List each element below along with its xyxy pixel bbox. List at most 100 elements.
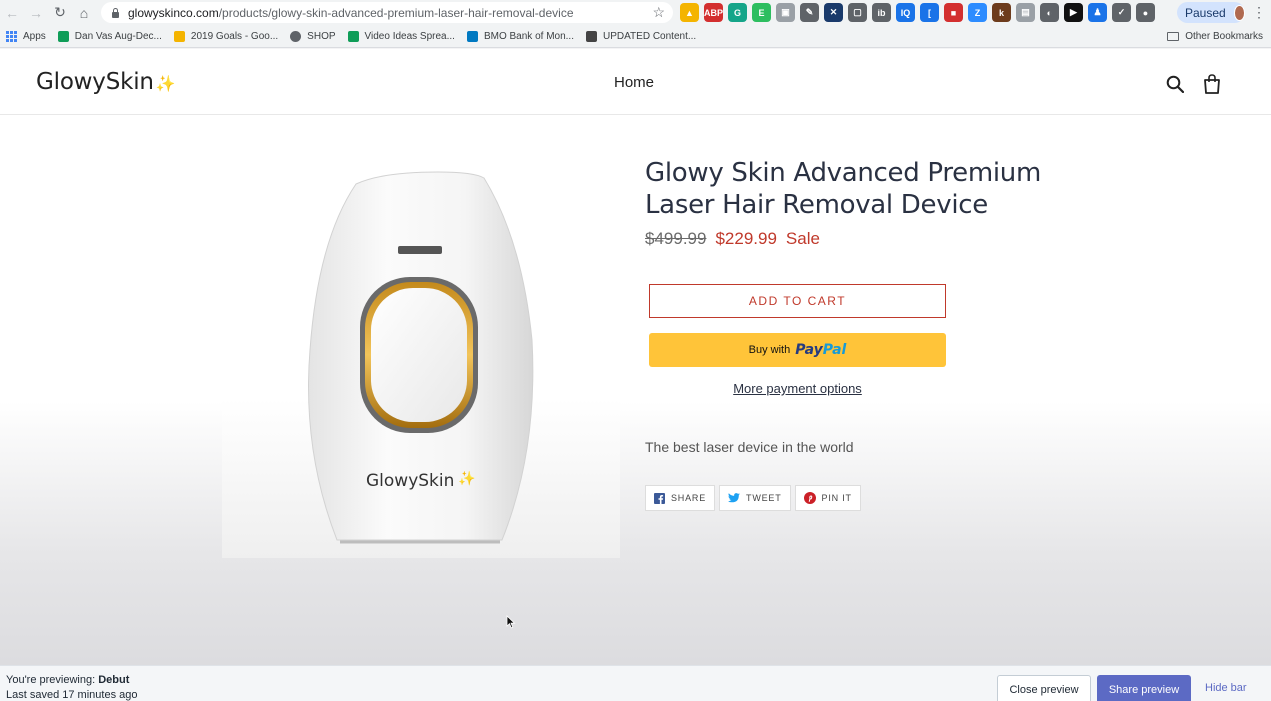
gray-icon[interactable]: ▤	[1016, 3, 1035, 22]
avatar	[1233, 4, 1245, 21]
share-label: SHARE	[671, 493, 707, 503]
home-icon[interactable]: ⌂	[72, 0, 96, 25]
bank-icon	[466, 30, 478, 42]
forward-icon[interactable]: →	[24, 0, 48, 25]
bookmark-item[interactable]: SHOP	[284, 25, 341, 48]
bulb-icon[interactable]: ●	[1136, 3, 1155, 22]
svg-text:✨: ✨	[458, 470, 475, 486]
cart-icon[interactable]	[1202, 74, 1222, 94]
drive-icon	[173, 30, 185, 42]
share-pinterest-button[interactable]: PIN IT	[794, 485, 861, 511]
play-icon[interactable]: ▶	[1064, 3, 1083, 22]
pinterest-icon	[803, 492, 816, 504]
close-preview-button[interactable]: Close preview	[997, 675, 1091, 701]
bookmark-label: SHOP	[307, 30, 336, 42]
profile-status: Paused	[1185, 5, 1226, 20]
back-icon[interactable]: ←	[0, 0, 24, 25]
more-payment-options-link[interactable]: More payment options	[649, 381, 946, 396]
sheets-icon	[57, 30, 69, 42]
preview-theme-name: Debut	[98, 674, 130, 686]
paypal-logo: PayPal	[795, 342, 847, 358]
product-section: GlowySkin ✨ Glowy Skin Advanced Premium …	[0, 115, 1271, 665]
tweet-label: TWEET	[746, 493, 782, 503]
ib-icon[interactable]: ib	[872, 3, 891, 22]
store-header: GlowySkin ✨ Home	[0, 49, 1271, 115]
doc-icon	[586, 30, 597, 42]
hide-bar-link[interactable]: Hide bar	[1205, 682, 1247, 694]
abp-icon[interactable]: ABP	[704, 3, 723, 22]
bookmarks-bar: Apps Dan Vas Aug-Dec... 2019 Goals - Goo..…	[0, 25, 1271, 48]
theme-preview-bar: You're previewing: Debut Last saved 17 m…	[0, 665, 1271, 701]
red-icon[interactable]: ■	[944, 3, 963, 22]
add-to-cart-button[interactable]: ADD TO CART	[649, 284, 946, 318]
social-share: SHARE TWEET PIN IT	[645, 485, 861, 511]
paypal-buy-with: Buy with	[748, 344, 791, 356]
product-image[interactable]: GlowySkin ✨	[222, 160, 620, 558]
bookmark-item[interactable]: Apps	[0, 25, 52, 48]
k-icon[interactable]: k	[992, 3, 1011, 22]
laser-device-image: GlowySkin ✨	[308, 171, 534, 544]
evernote-icon[interactable]: E	[752, 3, 771, 22]
crosshair-icon[interactable]: ✕	[824, 3, 843, 22]
store-logo[interactable]: GlowySkin ✨	[36, 69, 176, 95]
lock-icon	[111, 7, 120, 18]
reload-icon[interactable]: ↻	[48, 0, 72, 25]
globe-icon	[290, 30, 302, 42]
extension-icon[interactable]: ▣	[776, 3, 795, 22]
bookmark-label: Apps	[23, 30, 46, 42]
bookmark-star-icon[interactable]: ☆	[652, 4, 665, 21]
device-logo-text: GlowySkin	[366, 471, 454, 491]
sparkle-icon: ✨	[155, 74, 176, 93]
last-saved-text: Last saved 17 minutes ago	[6, 689, 138, 701]
bookmark-item[interactable]: Video Ideas Sprea...	[342, 25, 461, 48]
other-bookmarks[interactable]: Other Bookmarks	[1167, 25, 1263, 48]
profile-button[interactable]: Paused	[1177, 2, 1245, 23]
preview-theme-text: You're previewing: Debut	[6, 674, 129, 686]
extensions-row: ▲ ABP G E ▣ ✎ ✕ ▢ ib IQ [ ■ Zk ▤ ◐ ▶ ♟ ✓ ●	[680, 3, 1155, 22]
bookmark-item[interactable]: BMO Bank of Mon...	[461, 25, 580, 48]
round-icon[interactable]: ◐	[1040, 3, 1059, 22]
bookmark-item[interactable]: UPDATED Content...	[580, 25, 702, 48]
address-bar[interactable]: glowyskinco.com/products/glowy-skin-adva…	[101, 2, 673, 23]
bookmark-label: UPDATED Content...	[603, 30, 697, 42]
bookmark-label: BMO Bank of Mon...	[483, 30, 574, 42]
preview-prefix: You're previewing:	[6, 674, 96, 686]
sheets-icon	[347, 30, 359, 42]
product-description: The best laser device in the world	[645, 439, 854, 455]
bookmark-label: Video Ideas Sprea...	[364, 30, 455, 42]
bookmark-item[interactable]: Dan Vas Aug-Dec...	[52, 25, 168, 48]
facebook-icon	[654, 492, 665, 504]
menu-kebab-icon[interactable]: ⋮	[1252, 4, 1266, 21]
bookmark-label: 2019 Goals - Goo...	[190, 30, 279, 42]
sale-label: Sale	[785, 229, 820, 248]
price-original: $499.99	[645, 229, 707, 248]
folder-icon	[1167, 32, 1180, 41]
drive-icon[interactable]: ▲	[680, 3, 699, 22]
bookmark-item[interactable]: 2019 Goals - Goo...	[168, 25, 284, 48]
search-icon[interactable]	[1166, 75, 1184, 93]
zoom-icon[interactable]: Z	[968, 3, 987, 22]
browser-toolbar: ← → ↻ ⌂ glowyskinco.com/products/glowy-s…	[0, 0, 1271, 25]
nav-home-link[interactable]: Home	[614, 74, 654, 91]
check-icon[interactable]: ✓	[1112, 3, 1131, 22]
price-row: $499.99 $229.99 Sale	[645, 229, 820, 249]
product-title: Glowy Skin Advanced Premium Laser Hair R…	[645, 158, 1042, 220]
apps-grid-icon	[6, 30, 17, 42]
person-icon[interactable]: ♟	[1088, 3, 1107, 22]
paypal-button[interactable]: Buy with PayPal	[649, 333, 946, 367]
share-facebook-button[interactable]: SHARE	[645, 485, 716, 511]
pin-it-label: PIN IT	[821, 493, 852, 503]
grammarly-icon[interactable]: G	[728, 3, 747, 22]
iq-icon[interactable]: IQ	[896, 3, 915, 22]
bracket-icon[interactable]: [	[920, 3, 939, 22]
price-sale: $229.99	[715, 229, 777, 248]
logo-text: GlowySkin	[36, 69, 154, 95]
url-host: glowyskinco.com	[128, 5, 219, 20]
share-preview-button[interactable]: Share preview	[1097, 675, 1191, 701]
color-picker-icon[interactable]: ✎	[800, 3, 819, 22]
mouse-cursor-icon	[506, 615, 516, 629]
other-bookmarks-label: Other Bookmarks	[1185, 31, 1263, 42]
share-twitter-button[interactable]: TWEET	[719, 485, 791, 511]
window-icon[interactable]: ▢	[848, 3, 867, 22]
bookmark-label: Dan Vas Aug-Dec...	[74, 30, 162, 42]
